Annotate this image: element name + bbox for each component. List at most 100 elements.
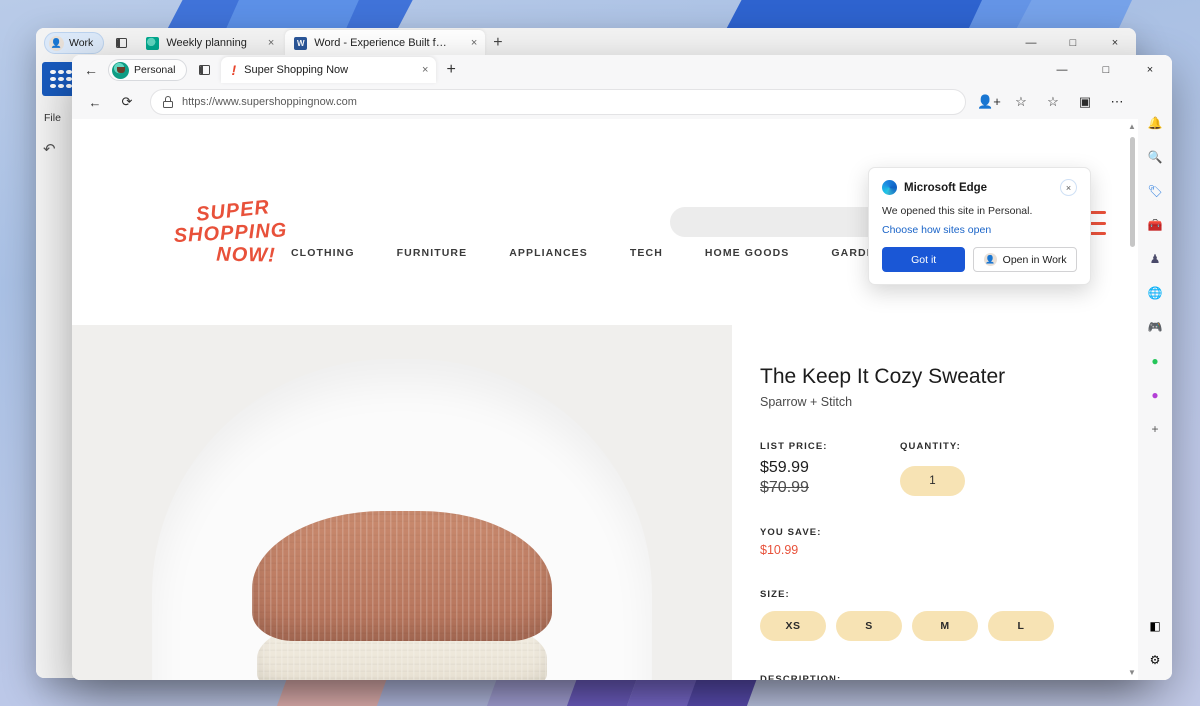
settings-gear-icon[interactable]: ⚙ — [1145, 650, 1165, 670]
quantity-column: QUANTITY: 1 — [900, 441, 965, 497]
split-screen-toggle-icon[interactable]: ◧ — [1145, 616, 1165, 636]
price-quantity-row: LIST PRICE: $59.99 $70.99 QUANTITY: 1 — [760, 441, 1098, 497]
edge-browser-window[interactable]: ← Personal ! Super Shopping Now × + — □ … — [72, 55, 1172, 680]
office-365-icon[interactable]: 🌐 — [1145, 283, 1165, 303]
profile-pill-label: Personal — [134, 64, 176, 76]
page-scrollbar[interactable]: ▲ ▼ — [1126, 119, 1138, 680]
profile-pill-personal[interactable]: Personal — [108, 59, 188, 81]
back-arrow-icon[interactable]: ← — [80, 88, 110, 116]
product-image[interactable] — [72, 325, 732, 680]
product-info-panel: The Keep It Cozy Sweater Sparrow + Stitc… — [732, 325, 1138, 680]
tab-close-icon[interactable]: × — [254, 37, 274, 49]
person-avatar-icon: 👤 — [49, 35, 64, 51]
collections-add-icon[interactable]: ▣ — [1070, 88, 1100, 116]
nav-item-furniture[interactable]: FURNITURE — [376, 247, 489, 259]
profile-pill-work[interactable]: 👤 Work — [44, 32, 105, 54]
quantity-stepper[interactable]: 1 — [900, 466, 965, 497]
tab-weekly-planning[interactable]: Weekly planning × — [137, 30, 282, 56]
popup-buttons: Got it 👤 Open in Work — [882, 247, 1077, 272]
got-it-button[interactable]: Got it — [882, 247, 966, 272]
whatsapp-icon[interactable]: ● — [1145, 351, 1165, 371]
rust-sweater — [252, 511, 552, 641]
close-icon[interactable]: × — [1060, 179, 1077, 196]
address-bar-value: https://www.supershoppingnow.com — [182, 96, 357, 108]
tab-label: Super Shopping Now — [244, 64, 349, 76]
quantity-label: QUANTITY: — [900, 441, 961, 453]
popup-message: We opened this site in Personal. — [882, 205, 1033, 217]
size-option-s[interactable]: S — [836, 611, 902, 642]
new-tab-panel-icon[interactable] — [108, 32, 134, 54]
person-avatar-icon: 👤 — [983, 253, 997, 266]
nav-item-tech[interactable]: TECH — [609, 247, 684, 259]
current-price: $59.99 — [760, 459, 809, 477]
edge-profile-notification-popup[interactable]: Microsoft Edge × We opened this site in … — [868, 167, 1091, 285]
tab-super-shopping-now[interactable]: ! Super Shopping Now × — [221, 57, 437, 83]
size-option-xs[interactable]: XS — [760, 611, 826, 642]
coffee-avatar-icon — [112, 61, 129, 79]
word-favicon: W — [294, 36, 308, 50]
edge-toolbar: ← ⟳ https://www.supershoppingnow.com 👤+ … — [72, 85, 1172, 119]
price-column: LIST PRICE: $59.99 $70.99 — [760, 441, 900, 497]
product-brand: Sparrow + Stitch — [760, 395, 853, 410]
add-sidebar-app-icon[interactable]: + — [1145, 419, 1165, 439]
messenger-icon[interactable]: ● — [1145, 385, 1165, 405]
size-option-m[interactable]: M — [912, 611, 978, 642]
favorites-list-icon[interactable]: ☆ — [1038, 88, 1068, 116]
choose-how-sites-open-link[interactable]: Choose how sites open — [882, 224, 1077, 236]
product-detail-section: The Keep It Cozy Sweater Sparrow + Stitc… — [72, 325, 1138, 680]
search-icon[interactable]: 🔍 — [1145, 147, 1165, 167]
new-tab-button[interactable]: + — [493, 34, 502, 52]
you-save-value: $10.99 — [760, 543, 799, 558]
address-bar[interactable]: https://www.supershoppingnow.com — [150, 89, 966, 115]
nav-item-home-goods[interactable]: HOME GOODS — [684, 247, 811, 259]
tab-close-icon[interactable]: × — [457, 37, 477, 49]
popup-title: Microsoft Edge — [904, 181, 988, 194]
original-price: $70.99 — [760, 479, 809, 497]
word-window-controls: — □ × — [1010, 28, 1136, 58]
you-save-label: YOU SAVE: — [760, 527, 822, 539]
drop-games-icon[interactable]: 🎮 — [1145, 317, 1165, 337]
nav-item-appliances[interactable]: APPLIANCES — [488, 247, 609, 259]
refresh-icon[interactable]: ⟳ — [112, 88, 142, 116]
teal-circle-favicon — [146, 36, 160, 50]
new-tab-panel-icon[interactable] — [191, 59, 217, 81]
open-in-work-button[interactable]: 👤 Open in Work — [973, 247, 1077, 272]
open-in-work-label: Open in Work — [1002, 253, 1067, 266]
favorite-star-badge-icon[interactable]: ☆ — [1006, 88, 1036, 116]
nav-item-clothing[interactable]: CLOTHING — [270, 247, 376, 259]
tools-briefcase-icon[interactable]: 🧰 — [1145, 215, 1165, 235]
microsoft-edge-icon — [882, 180, 897, 195]
add-person-icon[interactable]: 👤+ — [974, 88, 1004, 116]
product-title: The Keep It Cozy Sweater — [760, 365, 1006, 388]
scroll-down-arrow[interactable]: ▼ — [1128, 668, 1136, 677]
minimize-button[interactable]: — — [1040, 55, 1084, 85]
logo-line-2: SHOPPING — [173, 219, 288, 248]
edge-sidebar: 🔔 🔍 🏷 🧰 ♟ 🌐 🎮 ● ● + ◧ ⚙ — [1138, 85, 1172, 680]
word-titlebar[interactable]: 👤 Work Weekly planning × W Word - Experi… — [36, 28, 1136, 58]
edge-window-controls: — □ × — [1040, 55, 1172, 85]
size-label: SIZE: — [760, 589, 790, 601]
size-options: XS S M L — [760, 611, 1098, 642]
tab-word-document[interactable]: W Word - Experience Built for Focus × — [285, 30, 486, 56]
close-button[interactable]: × — [1128, 55, 1172, 85]
new-tab-button[interactable]: + — [446, 61, 455, 79]
popup-header: Microsoft Edge × — [882, 179, 1077, 196]
tab-close-icon[interactable]: × — [422, 64, 428, 76]
scrollbar-thumb[interactable] — [1129, 137, 1135, 247]
list-price-label: LIST PRICE: — [760, 441, 828, 453]
games-people-icon[interactable]: ♟ — [1145, 249, 1165, 269]
notifications-bell-icon[interactable]: 🔔 — [1145, 113, 1165, 133]
back-arrow-icon[interactable]: ← — [76, 57, 106, 83]
minimize-button[interactable]: — — [1010, 28, 1052, 58]
scroll-up-arrow[interactable]: ▲ — [1128, 122, 1136, 131]
size-option-l[interactable]: L — [988, 611, 1054, 642]
close-button[interactable]: × — [1094, 28, 1136, 58]
edge-titlebar[interactable]: ← Personal ! Super Shopping Now × + — □ … — [72, 55, 1172, 85]
description-label: DESCRIPTION: — [760, 674, 842, 680]
maximize-button[interactable]: □ — [1084, 55, 1128, 85]
tab-label: Word - Experience Built for Focus — [314, 37, 450, 49]
more-ellipsis-icon[interactable]: ⋯ — [1102, 88, 1132, 116]
maximize-button[interactable]: □ — [1052, 28, 1094, 58]
shopping-tag-icon[interactable]: 🏷 — [1145, 181, 1165, 201]
tab-label: Weekly planning — [166, 37, 247, 49]
